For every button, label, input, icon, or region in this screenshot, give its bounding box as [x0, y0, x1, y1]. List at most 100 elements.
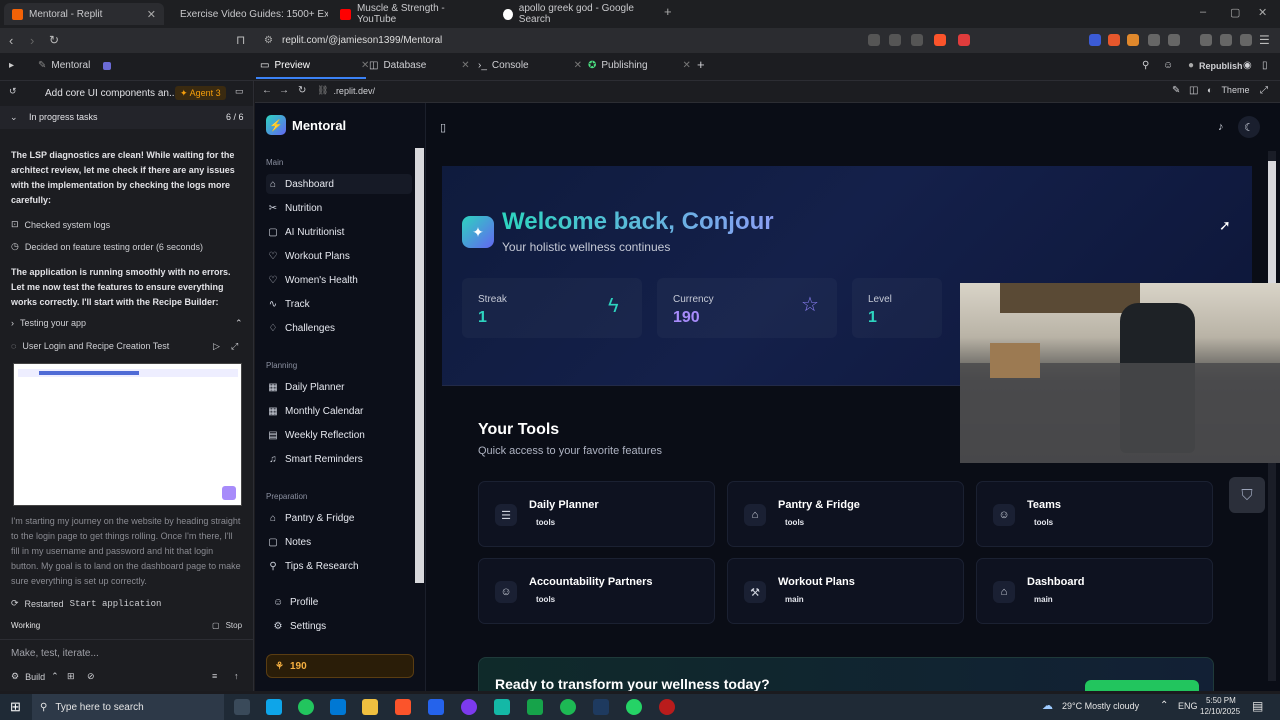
- task-title[interactable]: Add core UI components an...: [45, 86, 177, 101]
- layout-icon[interactable]: ▯: [1262, 60, 1268, 71]
- clock-date[interactable]: 12/10/2025: [1200, 707, 1240, 716]
- menu-icon[interactable]: ☰: [1259, 33, 1270, 47]
- back-icon[interactable]: ‹: [9, 33, 13, 48]
- tool-card-dashboard[interactable]: ⌂ Dashboard main: [976, 558, 1213, 624]
- avatar[interactable]: ◉: [1243, 60, 1252, 71]
- bookmark-icon[interactable]: ⊓: [236, 33, 245, 47]
- browser-tab-youtube[interactable]: Muscle & Strength - YouTube: [332, 3, 494, 25]
- leo-icon[interactable]: [1220, 34, 1232, 46]
- sidebar-scrollbar[interactable]: [415, 148, 424, 583]
- wallet-icon[interactable]: [1200, 34, 1212, 46]
- sidebar-item-profile[interactable]: ☺ Profile: [271, 592, 417, 612]
- theme-button[interactable]: ◐ Theme: [1207, 85, 1249, 95]
- app-icon[interactable]: [461, 699, 477, 715]
- sidebar-item-nutrition[interactable]: ✂ Nutrition: [266, 198, 412, 218]
- history-icon[interactable]: ↺: [9, 86, 17, 97]
- new-tab-icon[interactable]: +: [664, 4, 672, 19]
- sidebar-toggle-icon[interactable]: ▸: [9, 60, 14, 71]
- sidebar-item-tips[interactable]: ⚲ Tips & Research: [266, 556, 412, 576]
- excel-icon[interactable]: [527, 699, 543, 715]
- extension-icon[interactable]: [1108, 34, 1120, 46]
- extension-icon[interactable]: [1127, 34, 1139, 46]
- dark-mode-icon[interactable]: ☾: [1238, 116, 1260, 138]
- minimize-icon[interactable]: –: [1200, 6, 1206, 18]
- tool-card-pantry[interactable]: ⌂ Pantry & Fridge tools: [727, 481, 964, 547]
- test-screenshot-thumbnail[interactable]: [13, 363, 242, 506]
- project-name[interactable]: ✎ Mentoral: [38, 60, 112, 71]
- add-tab-icon[interactable]: +: [697, 57, 705, 72]
- message-input[interactable]: Make, test, iterate...: [11, 646, 99, 661]
- sidebar-item-settings[interactable]: ⚙ Settings: [271, 616, 417, 636]
- sidebar-item-smart-reminders[interactable]: ♫ Smart Reminders: [266, 449, 412, 469]
- floating-widget-icon[interactable]: ⛉: [1229, 477, 1265, 513]
- close-icon[interactable]: ✕: [461, 60, 469, 71]
- tool-card-teams[interactable]: ☺ Teams tools: [976, 481, 1213, 547]
- maximize-icon[interactable]: ▢: [1230, 6, 1240, 19]
- search-icon[interactable]: ⚲: [1142, 60, 1149, 71]
- reload-icon[interactable]: ↻: [49, 33, 59, 47]
- browser-tab-mentoral[interactable]: Mentoral - Replit ✕: [4, 3, 164, 25]
- sidebar-item-womens-health[interactable]: ♡ Women's Health: [266, 270, 412, 290]
- cta-button[interactable]: [1085, 680, 1199, 691]
- currency-badge[interactable]: ⚘ 190: [266, 654, 414, 678]
- open-new-tab-icon[interactable]: ⤢: [1260, 85, 1268, 96]
- chrome-icon[interactable]: [298, 699, 314, 715]
- brave-shield-icon[interactable]: [934, 34, 946, 46]
- main-scrollbar-thumb[interactable]: [1268, 161, 1276, 291]
- close-icon[interactable]: ✕: [574, 60, 582, 71]
- extension-icon[interactable]: [1089, 34, 1101, 46]
- step-item[interactable]: ⊡ Checked system logs: [11, 219, 110, 230]
- vscode-icon[interactable]: [428, 699, 444, 715]
- preview-url[interactable]: ⛓ .replit.dev/: [317, 85, 375, 96]
- tab-preview[interactable]: ▭ Preview ✕: [260, 60, 369, 71]
- edit-icon[interactable]: ✎: [1172, 85, 1180, 96]
- steam-icon[interactable]: [593, 699, 609, 715]
- location-icon[interactable]: [868, 34, 880, 46]
- tool-card-accountability[interactable]: ☺ Accountability Partners tools: [478, 558, 715, 624]
- attach-image-icon[interactable]: ⊞: [67, 671, 75, 682]
- sidebar-item-ai-nutritionist[interactable]: ▢ AI Nutritionist: [266, 222, 412, 242]
- language-indicator[interactable]: ENG: [1178, 701, 1198, 711]
- password-icon[interactable]: [889, 34, 901, 46]
- app-icon[interactable]: [659, 699, 675, 715]
- weather-text[interactable]: 29°C Mostly cloudy: [1062, 701, 1139, 711]
- copilot-icon[interactable]: [494, 699, 510, 715]
- step-item[interactable]: ◷ Decided on feature testing order (6 sec…: [11, 241, 203, 252]
- forward-icon[interactable]: ›: [30, 33, 34, 48]
- outlook-icon[interactable]: [330, 699, 346, 715]
- close-window-icon[interactable]: ✕: [1258, 6, 1267, 19]
- sidebar-item-dashboard[interactable]: ⌂ Dashboard: [266, 174, 412, 194]
- tab-console[interactable]: ›_ Console ✕: [478, 60, 582, 71]
- vpn-icon[interactable]: [1240, 34, 1252, 46]
- rewards-icon[interactable]: [958, 34, 970, 46]
- stop-button[interactable]: ▢ Stop: [212, 621, 242, 630]
- back-icon[interactable]: ←: [262, 85, 272, 96]
- cast-icon[interactable]: [911, 34, 923, 46]
- restart-item[interactable]: ⟳ Restarted Start application: [11, 598, 161, 609]
- expand-icon[interactable]: ⤢: [231, 341, 238, 352]
- sidebar-item-pantry[interactable]: ⌂ Pantry & Fridge: [266, 508, 412, 528]
- chevron-up-icon[interactable]: ⌃: [1160, 700, 1168, 711]
- test-item[interactable]: ◌ User Login and Recipe Creation Test ▷ ⤢: [11, 341, 238, 352]
- windows-start-icon[interactable]: ⊞: [10, 699, 21, 715]
- testing-header[interactable]: › Testing your app ⌃: [11, 318, 243, 329]
- close-icon[interactable]: ✕: [683, 60, 691, 71]
- extensions-puzzle-icon[interactable]: [1148, 34, 1160, 46]
- sidebar-item-challenges[interactable]: ♢ Challenges: [266, 318, 412, 338]
- sidebar-toggle-icon[interactable]: ▯: [440, 121, 446, 134]
- tool-card-workout-plans[interactable]: ⚒ Workout Plans main: [727, 558, 964, 624]
- close-icon[interactable]: ✕: [147, 8, 156, 21]
- settings-sliders-icon[interactable]: ≡: [212, 671, 217, 681]
- microphone-icon[interactable]: ♪: [1218, 121, 1224, 133]
- republish-button[interactable]: ● Republish: [1188, 60, 1243, 71]
- attach-icon[interactable]: ⊘: [87, 671, 95, 682]
- clock-time[interactable]: 5:50 PM: [1206, 696, 1236, 705]
- play-icon[interactable]: ▷: [213, 341, 220, 352]
- devtools-icon[interactable]: ◫: [1189, 85, 1198, 96]
- invite-icon[interactable]: ☺: [1163, 60, 1173, 71]
- chat-icon[interactable]: ▭: [235, 86, 244, 97]
- brave-icon[interactable]: [395, 699, 411, 715]
- task-view-icon[interactable]: [234, 699, 250, 715]
- tab-database[interactable]: ◫ Database ✕: [369, 60, 470, 71]
- sidebar-icon[interactable]: [1168, 34, 1180, 46]
